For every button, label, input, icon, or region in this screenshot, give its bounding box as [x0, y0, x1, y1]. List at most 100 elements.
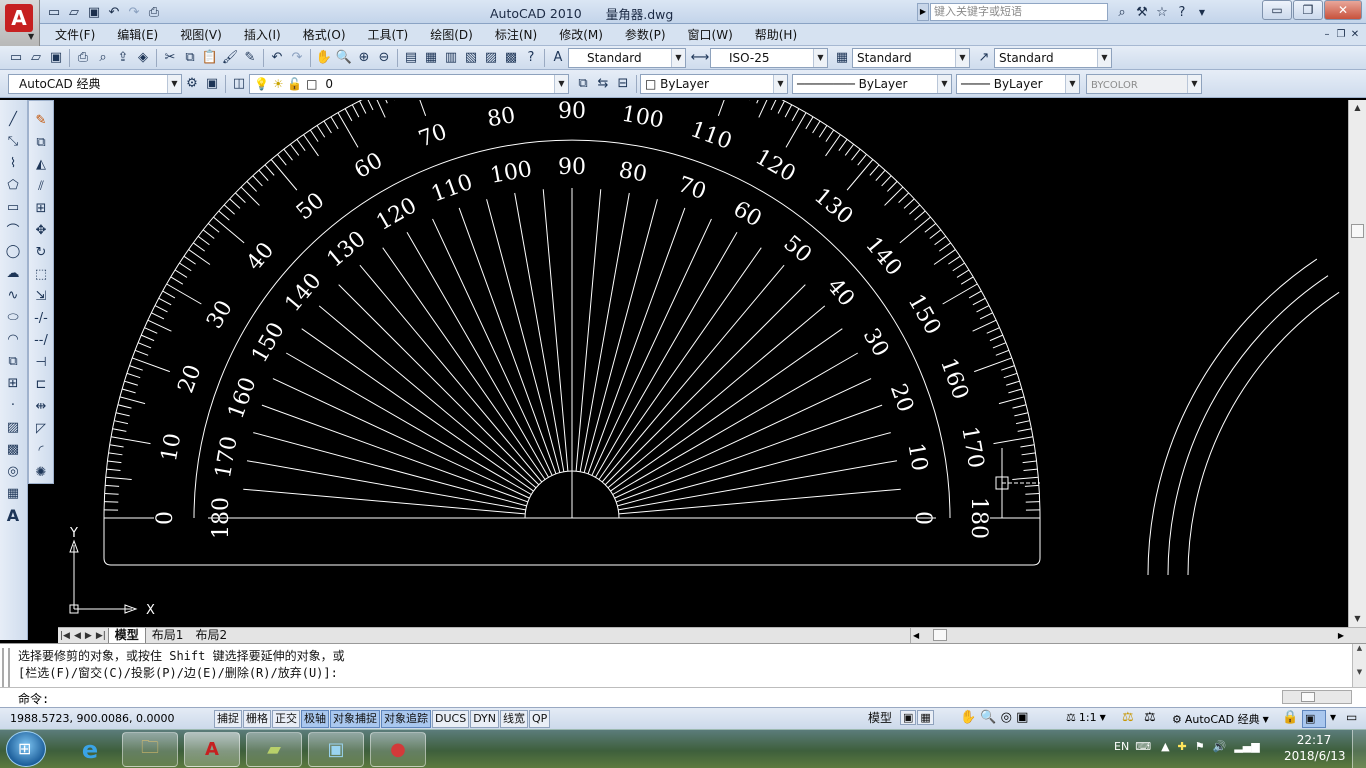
volume-icon[interactable]: 🔊 — [1209, 740, 1231, 753]
menu-item[interactable]: 格式(O) — [292, 24, 357, 46]
cut-icon[interactable]: ✂ — [160, 48, 180, 68]
coordinate-readout[interactable]: 1988.5723, 900.0086, 0.0000 — [0, 712, 214, 725]
network-icon[interactable]: ▂▄▆ — [1230, 740, 1263, 753]
qnew-icon[interactable]: ▭ — [6, 48, 26, 68]
command-hscroll-thumb[interactable] — [1301, 692, 1315, 702]
tool-palettes-icon[interactable]: ▥ — [441, 48, 461, 68]
region-icon[interactable]: ◎ — [2, 460, 24, 482]
status-toggle[interactable]: 正交 — [272, 709, 300, 728]
tab-layout2[interactable]: 布局2 — [189, 628, 233, 643]
block-editor-icon[interactable]: ✎ — [240, 48, 260, 68]
menu-item[interactable]: 编辑(E) — [106, 24, 169, 46]
text-style-select[interactable]: Standard ▼ — [568, 47, 686, 68]
status-toggle[interactable]: 栅格 — [243, 709, 271, 728]
showmotion-icon[interactable]: ▣ — [1016, 710, 1028, 725]
command-line[interactable]: 命令: — [0, 687, 1366, 707]
color-select[interactable]: □ ByLayer ▼ — [640, 73, 788, 94]
break-icon[interactable]: ⊏ — [30, 373, 52, 395]
undo-icon[interactable]: ↶ — [104, 2, 124, 22]
toolbar-lock-icon[interactable]: 🔒 — [1282, 710, 1298, 725]
copy-object-icon[interactable]: ⧉ — [30, 131, 52, 153]
scroll-down-icon[interactable]: ▼ — [1349, 611, 1366, 627]
plot-style-select[interactable]: BYCOLOR ▼ — [1086, 73, 1202, 94]
layer-properties-icon[interactable]: ◫ — [229, 74, 249, 94]
status-toggle[interactable]: 对象追踪 — [381, 709, 431, 728]
open-file-icon[interactable]: ▱ — [64, 2, 84, 22]
pan-status-icon[interactable]: ✋ — [960, 710, 976, 725]
zoom-status-icon[interactable]: 🔍 — [980, 710, 996, 725]
insert-block-icon[interactable]: ⧉ — [2, 350, 24, 372]
application-menu-button[interactable]: A ▼ — [0, 0, 40, 46]
scale-icon[interactable]: ⬚ — [30, 263, 52, 285]
tab-first-icon[interactable]: |◀ — [58, 631, 72, 641]
menu-item[interactable]: 窗口(W) — [677, 24, 744, 46]
revision-cloud-icon[interactable]: ☁ — [2, 262, 24, 284]
action-center-icon[interactable]: ⚑ — [1191, 740, 1209, 753]
menu-item[interactable]: 修改(M) — [548, 24, 614, 46]
ellipse-arc-icon[interactable]: ◠ — [2, 328, 24, 350]
status-toggle[interactable]: DYN — [470, 709, 500, 728]
workspace-settings-icon[interactable]: ⚙ — [182, 74, 202, 94]
hatch-icon[interactable]: ▨ — [2, 416, 24, 438]
menu-item[interactable]: 文件(F) — [40, 24, 106, 46]
polygon-icon[interactable]: ⬠ — [2, 174, 24, 196]
menu-item[interactable]: 工具(T) — [357, 24, 420, 46]
file-explorer-icon[interactable]: 🗀 — [122, 732, 178, 767]
match-properties-icon[interactable]: 🖌 — [220, 48, 240, 68]
quick-view-layouts-icon[interactable]: ▣ — [900, 710, 917, 725]
binoculars-icon[interactable]: ⌕ — [1112, 2, 1132, 22]
communication-center-icon[interactable]: ⚒ — [1132, 2, 1152, 22]
chamfer-icon[interactable]: ◸ — [30, 417, 52, 439]
command-hscroll[interactable] — [1282, 690, 1352, 704]
join-icon[interactable]: ⇹ — [30, 395, 52, 417]
menu-item[interactable]: 绘图(D) — [419, 24, 484, 46]
table-icon[interactable]: ▦ — [2, 482, 24, 504]
extend-icon[interactable]: --/ — [30, 329, 52, 351]
horizontal-scrollbar[interactable]: ◀ ▶ — [910, 628, 1350, 643]
favorites-star-icon[interactable]: ☆ — [1152, 2, 1172, 22]
table-style-icon[interactable]: ▦ — [832, 48, 852, 68]
model-space-button[interactable]: 模型 — [866, 710, 894, 728]
plot-icon[interactable]: ⎙ — [73, 48, 93, 68]
status-toggle[interactable]: 捕捉 — [214, 709, 242, 728]
scroll-up-icon[interactable]: ▲ — [1349, 100, 1366, 116]
zoom-window-icon[interactable]: ⊕ — [354, 48, 374, 68]
help-icon[interactable]: ? — [521, 48, 541, 68]
help-dropdown-icon[interactable]: ▼ — [1192, 2, 1212, 22]
multiline-text-icon[interactable]: A — [2, 504, 24, 526]
status-toggle[interactable]: DUCS — [432, 709, 470, 728]
stretch-icon[interactable]: ⇲ — [30, 285, 52, 307]
undo-icon[interactable]: ↶ — [267, 48, 287, 68]
design-center-icon[interactable]: ▦ — [421, 48, 441, 68]
status-toggle[interactable]: 线宽 — [500, 709, 529, 728]
multileader-style-icon[interactable]: ↗ — [974, 48, 994, 68]
close-button[interactable]: ✕ — [1324, 0, 1362, 20]
trim-icon[interactable]: -/- — [30, 307, 52, 329]
explode-icon[interactable]: ✺ — [30, 461, 52, 483]
paste-icon[interactable]: 📋 — [200, 48, 220, 68]
zoom-realtime-icon[interactable]: 🔍 — [334, 48, 354, 68]
doc-restore-icon[interactable]: ❐ — [1334, 27, 1348, 41]
move-icon[interactable]: ✥ — [30, 219, 52, 241]
point-icon[interactable]: · — [2, 394, 24, 416]
publish-icon[interactable]: ⇪ — [113, 48, 133, 68]
status-menu-icon[interactable]: ▾ — [1330, 710, 1336, 724]
autocad-taskbar-icon[interactable]: A — [184, 732, 240, 767]
dim-style-select[interactable]: ISO-25 ▼ — [710, 47, 828, 68]
3d-dwf-icon[interactable]: ◈ — [133, 48, 153, 68]
break-at-point-icon[interactable]: ⊣ — [30, 351, 52, 373]
my-workspace-icon[interactable]: ▣ — [202, 74, 222, 94]
layer-state-icon[interactable]: ⊟ — [613, 74, 633, 94]
status-toggle[interactable]: 对象捕捉 — [330, 709, 380, 728]
menu-item[interactable]: 参数(P) — [614, 24, 677, 46]
menu-item[interactable]: 帮助(H) — [744, 24, 808, 46]
doc-close-icon[interactable]: ✕ — [1348, 27, 1362, 41]
properties-icon[interactable]: ▤ — [401, 48, 421, 68]
save-icon[interactable]: ▣ — [84, 2, 104, 22]
sheet-set-icon[interactable]: ▧ — [461, 48, 481, 68]
photo-viewer-icon[interactable]: ▣ — [308, 732, 364, 767]
help-icon[interactable]: ? — [1172, 2, 1192, 22]
open-icon[interactable]: ▱ — [26, 48, 46, 68]
make-block-icon[interactable]: ⊞ — [2, 372, 24, 394]
drawing-canvas[interactable]: 0 10 20 30 40 50 60 70 80 90 100 110 120 130 140 150 160… — [58, 100, 1348, 627]
